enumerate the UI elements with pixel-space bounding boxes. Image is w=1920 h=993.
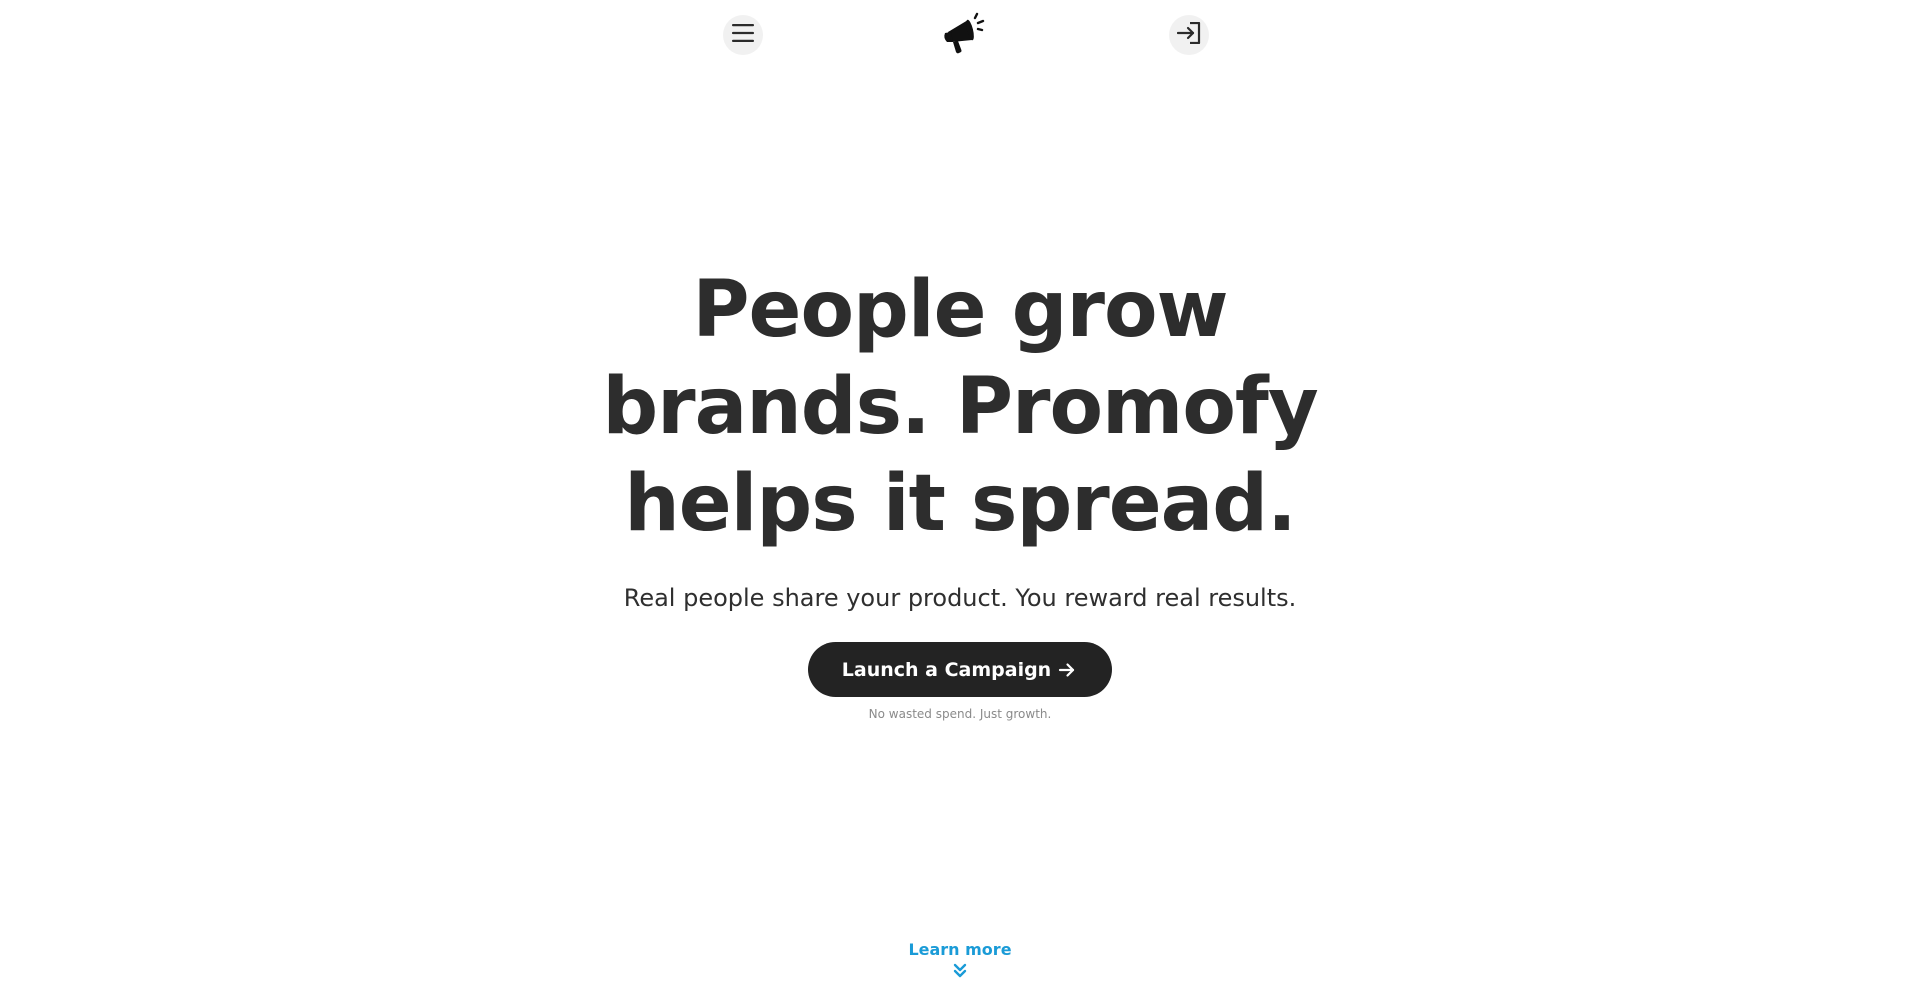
hamburger-menu-icon	[732, 24, 754, 46]
hero-section: People grow brands. Promofy helps it spr…	[0, 262, 1920, 721]
sign-in-icon	[1176, 21, 1201, 48]
landing-page: People grow brands. Promofy helps it spr…	[0, 0, 1920, 993]
learn-more-section: Learn more	[0, 940, 1920, 979]
hero-headline: People grow brands. Promofy helps it spr…	[580, 262, 1340, 553]
megaphone-icon	[942, 12, 986, 58]
top-navigation	[0, 0, 1920, 70]
headline-line-1: People grow	[692, 265, 1228, 355]
cta-label: Launch a Campaign	[841, 658, 1052, 681]
arrow-right-icon	[1057, 660, 1077, 680]
chevrons-down-icon[interactable]	[953, 963, 967, 979]
login-button[interactable]	[1169, 15, 1209, 55]
cta-container: Launch a Campaign	[0, 642, 1920, 697]
headline-line-3: helps it spread.	[624, 459, 1297, 549]
learn-more-link[interactable]: Learn more	[908, 940, 1011, 959]
cta-tagline: No wasted spend. Just growth.	[868, 707, 1052, 721]
brand-logo[interactable]	[941, 12, 987, 58]
launch-campaign-button[interactable]: Launch a Campaign	[807, 642, 1113, 697]
headline-line-2: brands. Promofy	[602, 362, 1318, 452]
menu-button[interactable]	[723, 15, 763, 55]
hero-subheadline: Real people share your product. You rewa…	[623, 584, 1297, 612]
